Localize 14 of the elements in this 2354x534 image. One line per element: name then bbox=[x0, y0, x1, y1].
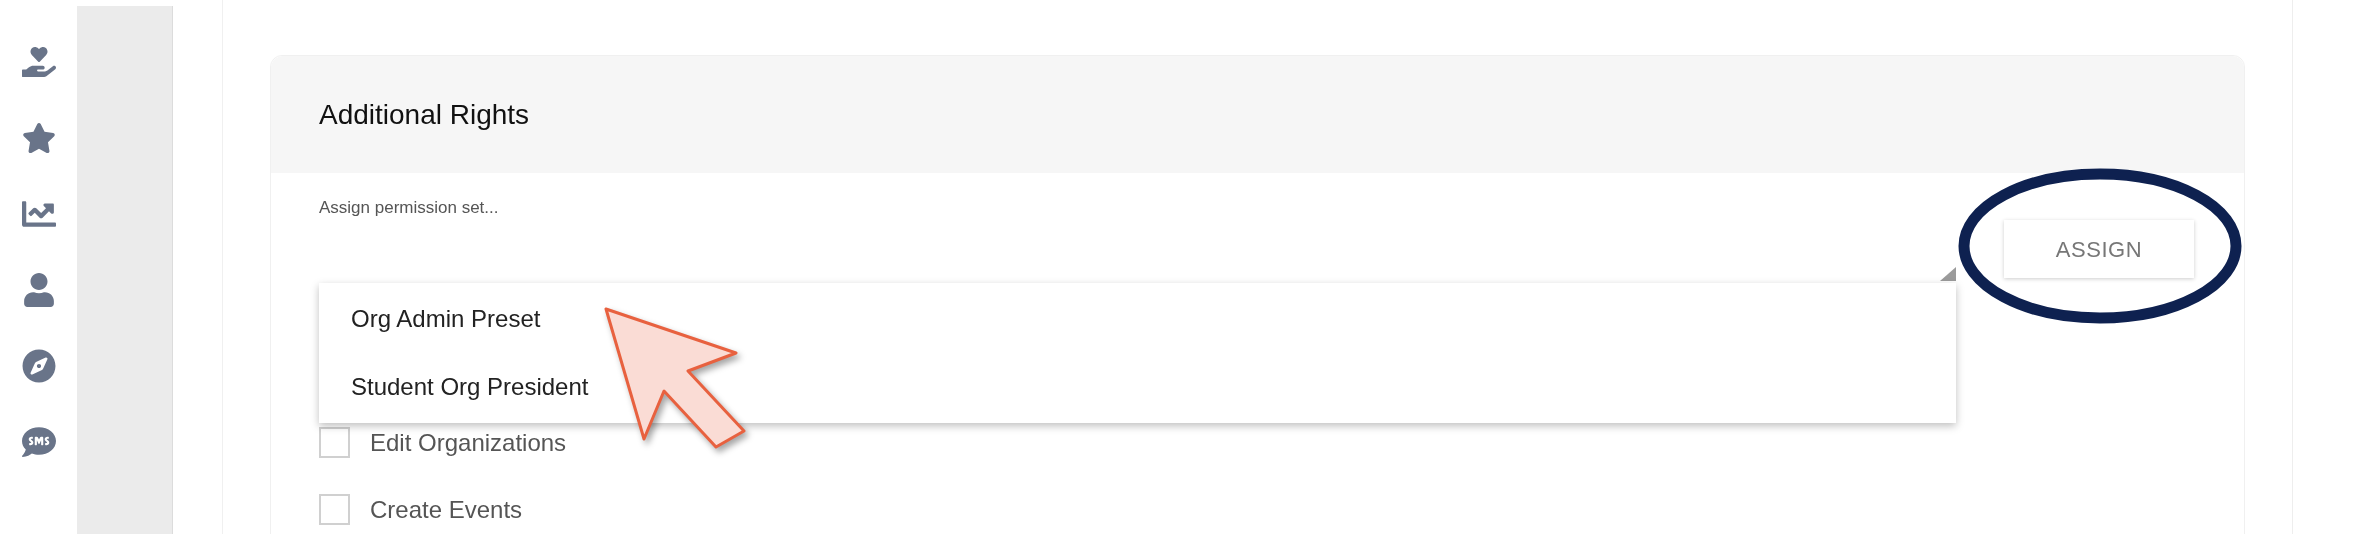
corner-icon bbox=[1940, 266, 1956, 281]
dropdown-option[interactable]: Org Admin Preset bbox=[319, 285, 1956, 353]
checkbox[interactable] bbox=[319, 427, 350, 458]
star-icon[interactable] bbox=[20, 120, 57, 156]
checkbox[interactable] bbox=[319, 494, 350, 525]
assign-button[interactable]: ASSIGN bbox=[2004, 220, 2194, 278]
compass-icon[interactable] bbox=[20, 348, 57, 384]
checkbox-label: Edit Organizations bbox=[370, 427, 567, 458]
hand-heart-icon[interactable] bbox=[20, 44, 57, 80]
sms-icon[interactable] bbox=[20, 424, 57, 460]
checkbox-label: Create Events bbox=[370, 494, 523, 525]
dropdown-option[interactable]: Student Org President bbox=[319, 353, 1956, 421]
field-label: Assign permission set... bbox=[319, 197, 500, 219]
card-title: Additional Rights bbox=[319, 97, 530, 132]
